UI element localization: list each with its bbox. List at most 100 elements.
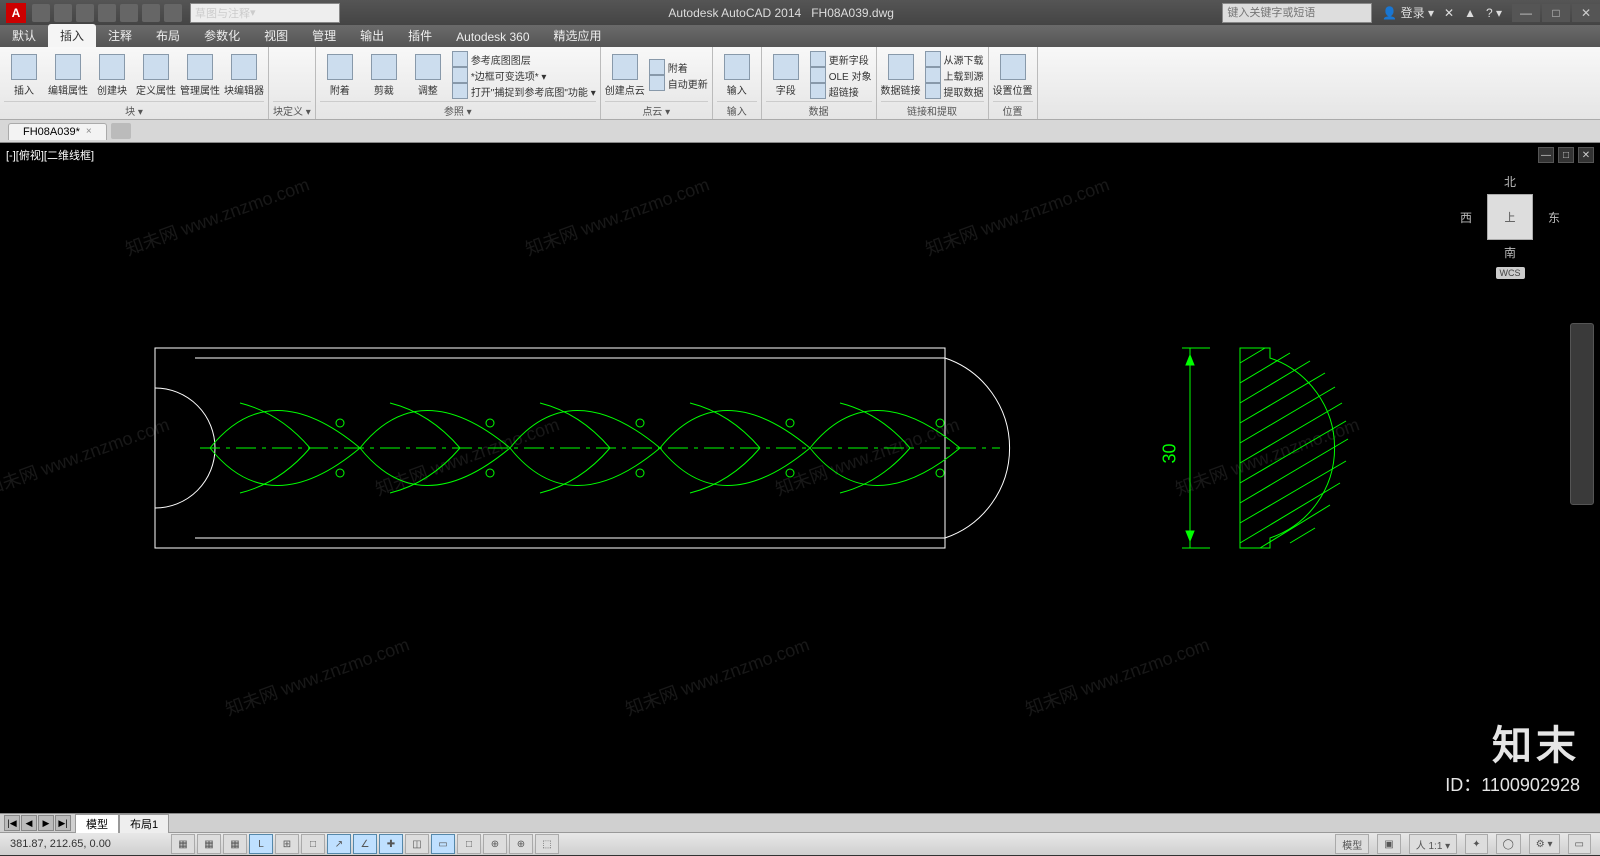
minimize-button[interactable]: — bbox=[1512, 4, 1540, 22]
qat-open-icon[interactable] bbox=[54, 4, 72, 22]
ribbon-small-button[interactable]: 超链接 bbox=[810, 84, 872, 99]
status-right-button[interactable]: ▭ bbox=[1568, 834, 1591, 854]
file-tab[interactable]: FH08A039* × bbox=[8, 123, 107, 140]
app-logo[interactable]: A bbox=[6, 3, 26, 23]
ribbon-small-button[interactable]: 参考底图图层 bbox=[452, 52, 596, 67]
status-right-button[interactable]: ◯ bbox=[1496, 834, 1521, 854]
ribbon-tab[interactable]: Autodesk 360 bbox=[444, 27, 541, 47]
ribbon-panel-title[interactable]: 位置 bbox=[993, 101, 1033, 117]
ribbon-tab[interactable]: 默认 bbox=[0, 24, 48, 47]
ribbon-button[interactable]: 编辑属性 bbox=[48, 51, 88, 99]
viewcube-top[interactable]: 上 bbox=[1487, 194, 1533, 240]
ribbon-small-button[interactable]: 更新字段 bbox=[810, 52, 872, 67]
viewcube-west[interactable]: 西 bbox=[1460, 209, 1472, 226]
ribbon-small-button[interactable]: 上载到源 bbox=[925, 68, 984, 83]
qat-print-icon[interactable] bbox=[120, 4, 138, 22]
ribbon-tab[interactable]: 插件 bbox=[396, 24, 444, 47]
status-toggle[interactable]: L bbox=[249, 834, 273, 854]
viewcube-east[interactable]: 东 bbox=[1548, 209, 1560, 226]
status-toggle[interactable]: ⊞ bbox=[275, 834, 299, 854]
qat-redo-icon[interactable] bbox=[164, 4, 182, 22]
qat-new-icon[interactable] bbox=[32, 4, 50, 22]
status-toggle[interactable]: ✚ bbox=[379, 834, 403, 854]
view-cube[interactable]: 北 西 上 东 南 WCS bbox=[1460, 173, 1560, 293]
status-toggle[interactable]: ▦ bbox=[223, 834, 247, 854]
vp-close-button[interactable]: ✕ bbox=[1578, 147, 1594, 163]
status-toggle[interactable]: ⬚ bbox=[535, 834, 559, 854]
search-input[interactable] bbox=[1222, 3, 1372, 23]
status-toggle[interactable]: ⊕ bbox=[509, 834, 533, 854]
status-toggle[interactable]: ▦ bbox=[171, 834, 195, 854]
ribbon-button[interactable]: 块编辑器 bbox=[224, 51, 264, 99]
ribbon-button[interactable]: 数据链接 bbox=[881, 51, 921, 99]
ribbon-panel-title[interactable]: 点云 ▾ bbox=[605, 101, 708, 117]
layout-nav-button[interactable]: |◀ bbox=[4, 815, 20, 831]
a360-icon[interactable]: ▲ bbox=[1464, 6, 1476, 20]
ribbon-button[interactable]: 调整 bbox=[408, 51, 448, 99]
viewcube-north[interactable]: 北 bbox=[1460, 173, 1560, 190]
ribbon-tab[interactable]: 参数化 bbox=[192, 24, 252, 47]
ribbon-small-button[interactable]: 从源下载 bbox=[925, 52, 984, 67]
layout-tab[interactable]: 模型 bbox=[75, 814, 119, 833]
ribbon-small-button[interactable]: *边框可变选项* ▾ bbox=[452, 68, 596, 83]
layout-nav-button[interactable]: ◀ bbox=[21, 815, 37, 831]
ribbon-tab[interactable]: 视图 bbox=[252, 24, 300, 47]
ribbon-panel-title[interactable]: 块定义 ▾ bbox=[273, 101, 311, 117]
qat-saveas-icon[interactable] bbox=[98, 4, 116, 22]
status-toggle[interactable]: ⊕ bbox=[483, 834, 507, 854]
ribbon-small-button[interactable]: 自动更新 bbox=[649, 76, 708, 91]
qat-save-icon[interactable] bbox=[76, 4, 94, 22]
status-toggle[interactable]: ▭ bbox=[431, 834, 455, 854]
layout-nav-button[interactable]: ▶| bbox=[55, 815, 71, 831]
status-toggle[interactable]: ↗ bbox=[327, 834, 351, 854]
ribbon-panel-title[interactable]: 输入 bbox=[717, 101, 757, 117]
ribbon-button[interactable]: 设置位置 bbox=[993, 51, 1033, 99]
ribbon-panel-title[interactable]: 数据 bbox=[766, 101, 872, 117]
status-right-button[interactable]: ✦ bbox=[1465, 834, 1487, 854]
close-icon[interactable]: × bbox=[86, 126, 92, 137]
ribbon-button[interactable]: 插入 bbox=[4, 51, 44, 99]
ribbon-button[interactable]: 定义属性 bbox=[136, 51, 176, 99]
ribbon-tab[interactable]: 精选应用 bbox=[542, 24, 614, 47]
status-toggle[interactable]: ∠ bbox=[353, 834, 377, 854]
viewcube-south[interactable]: 南 bbox=[1460, 244, 1560, 261]
ribbon-button[interactable]: 创建块 bbox=[92, 51, 132, 99]
vp-maximize-button[interactable]: □ bbox=[1558, 147, 1574, 163]
status-toggle[interactable]: □ bbox=[301, 834, 325, 854]
wcs-label[interactable]: WCS bbox=[1496, 267, 1525, 279]
viewport-label[interactable]: [-][俯视][二维线框] bbox=[6, 147, 94, 163]
status-toggle[interactable]: ◫ bbox=[405, 834, 429, 854]
close-button[interactable]: ✕ bbox=[1572, 4, 1600, 22]
layout-tab[interactable]: 布局1 bbox=[119, 814, 169, 833]
signin-button[interactable]: 👤 登录 ▾ bbox=[1382, 4, 1434, 21]
ribbon-button[interactable]: 创建点云 bbox=[605, 51, 645, 99]
help-icon[interactable]: ? ▾ bbox=[1486, 6, 1502, 20]
ribbon-small-button[interactable]: OLE 对象 bbox=[810, 68, 872, 83]
ribbon-small-button[interactable]: 打开"捕捉到参考底图"功能 ▾ bbox=[452, 84, 596, 99]
ribbon-small-button[interactable]: 附着 bbox=[649, 60, 708, 75]
ribbon-panel-title[interactable]: 链接和提取 bbox=[881, 101, 984, 117]
navigation-bar[interactable] bbox=[1570, 323, 1594, 505]
ribbon-button[interactable]: 附着 bbox=[320, 51, 360, 99]
layout-nav-button[interactable]: ▶ bbox=[38, 815, 54, 831]
vp-minimize-button[interactable]: — bbox=[1538, 147, 1554, 163]
status-right-button[interactable]: ▣ bbox=[1377, 834, 1400, 854]
new-tab-button[interactable] bbox=[111, 123, 131, 139]
drawing-canvas[interactable]: [-][俯视][二维线框] — □ ✕ 北 西 上 东 南 WCS 知未网 ww… bbox=[0, 143, 1600, 813]
qat-undo-icon[interactable] bbox=[142, 4, 160, 22]
status-right-button[interactable]: ⚙ ▾ bbox=[1529, 834, 1560, 854]
workspace-selector[interactable]: 草图与注释 ▾ bbox=[190, 3, 340, 23]
ribbon-tab[interactable]: 插入 bbox=[48, 24, 96, 47]
status-toggle[interactable]: □ bbox=[457, 834, 481, 854]
ribbon-small-button[interactable]: 提取数据 bbox=[925, 84, 984, 99]
ribbon-tab[interactable]: 管理 bbox=[300, 24, 348, 47]
ribbon-panel-title[interactable]: 块 ▾ bbox=[4, 101, 264, 117]
ribbon-tab[interactable]: 布局 bbox=[144, 24, 192, 47]
ribbon-tab[interactable]: 注释 bbox=[96, 24, 144, 47]
ribbon-tab[interactable]: 输出 bbox=[348, 24, 396, 47]
ribbon-button[interactable]: 剪裁 bbox=[364, 51, 404, 99]
status-toggle[interactable]: ▦ bbox=[197, 834, 221, 854]
ribbon-button[interactable]: 输入 bbox=[717, 51, 757, 99]
ribbon-button[interactable]: 字段 bbox=[766, 51, 806, 99]
status-right-button[interactable]: 人 1:1 ▾ bbox=[1409, 834, 1457, 854]
